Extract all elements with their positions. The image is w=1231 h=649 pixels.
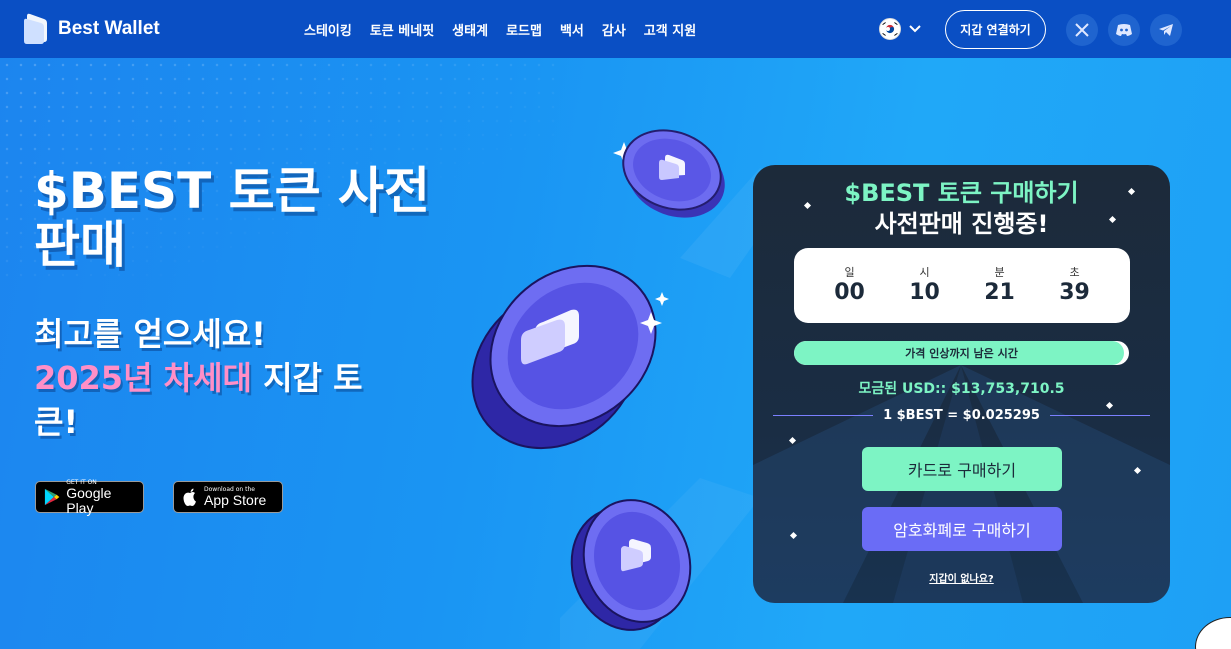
token-rate-row: 1 $BEST = $0.025295 [773, 405, 1151, 425]
timer-days-value: 00 [834, 279, 865, 305]
brand-name: Best Wallet [58, 18, 160, 39]
telegram-icon [1159, 24, 1173, 36]
coin-small-top-icon [613, 129, 725, 218]
korea-flag-icon [879, 18, 901, 40]
coin-large-center-icon [471, 264, 669, 450]
discord-icon [1116, 24, 1132, 36]
timer-minutes-label: 분 [994, 265, 1005, 279]
timer-hours-value: 10 [909, 279, 940, 305]
google-play-label: Google Play [66, 484, 112, 516]
timer-minutes-value: 21 [984, 279, 1015, 305]
timer-hours: 시 10 [895, 266, 955, 306]
price-increase-progress-bar: 가격 인상까지 남은 시간 [794, 341, 1129, 365]
timer-seconds-value: 39 [1059, 279, 1090, 305]
nav-item-staking[interactable]: 스테이킹 [304, 20, 352, 39]
hero-title: $BEST 토큰 사전판매 [34, 162, 430, 274]
presale-subtitle: 사전판매 진행중! [874, 210, 1049, 238]
app-store-button[interactable]: Download on the App Store [173, 481, 283, 513]
telegram-link[interactable] [1150, 14, 1182, 46]
nav-item-whitepaper[interactable]: 백서 [560, 20, 584, 39]
divider [773, 414, 874, 416]
hero-subtitle: 최고를 얻으세요! 2025년 차세대 지갑 토큰! [34, 312, 394, 444]
best-wallet-logo-icon [24, 13, 47, 44]
top-navigation-bar: Best Wallet 스테이킹 토큰 베네핏 생태계 로드맵 백서 감사 고객… [0, 0, 1231, 58]
hero-subtitle-highlight: 2025년 차세대 [34, 359, 252, 397]
presale-widget: $BEST 토큰 구매하기 사전판매 진행중! 일 00 시 10 분 21 초… [753, 165, 1170, 603]
brand-logo[interactable]: Best Wallet [22, 13, 160, 45]
raised-amount: 모금된 USD:: $13,753,710.5 [753, 378, 1170, 398]
no-wallet-link[interactable]: 지갑이 없나요? [753, 570, 1170, 585]
timer-seconds-label: 초 [1069, 265, 1080, 279]
token-rate: 1 $BEST = $0.025295 [883, 407, 1040, 423]
nav-item-token-benefits[interactable]: 토큰 베네핏 [370, 20, 434, 39]
nav-item-support[interactable]: 고객 지원 [644, 20, 696, 39]
discord-link[interactable] [1108, 14, 1140, 46]
nav-item-roadmap[interactable]: 로드맵 [506, 20, 542, 39]
google-play-button[interactable]: GET IT ON Google Play [35, 479, 144, 516]
countdown-timer: 일 00 시 10 분 21 초 39 [794, 248, 1130, 323]
apple-icon [183, 488, 196, 506]
divider [1049, 414, 1151, 416]
timer-days: 일 00 [820, 266, 880, 306]
timer-minutes: 분 21 [970, 266, 1030, 306]
presale-title: $BEST 토큰 구매하기 [753, 179, 1170, 207]
x-link[interactable] [1066, 14, 1098, 46]
timer-days-label: 일 [844, 265, 855, 279]
nav-item-ecosystem[interactable]: 생태계 [452, 20, 488, 39]
raised-label: 모금된 USD:: [858, 381, 947, 397]
app-store-label: App Store [204, 492, 267, 508]
x-icon [1075, 23, 1089, 37]
buy-with-card-button[interactable]: 카드로 구매하기 [862, 447, 1062, 491]
raised-value: $13,753,710.5 [946, 381, 1065, 397]
nav-item-audit[interactable]: 감사 [602, 20, 626, 39]
hero-subtitle-line1: 최고를 얻으세요! [34, 315, 266, 353]
chevron-down-icon [909, 25, 921, 33]
coin-small-bottom-icon [570, 499, 692, 631]
language-selector[interactable] [879, 18, 921, 40]
buy-with-crypto-button[interactable]: 암호화폐로 구매하기 [862, 507, 1062, 551]
timer-hours-label: 시 [919, 265, 930, 279]
timer-seconds: 초 39 [1045, 266, 1105, 306]
presale-title-rest: 토큰 구매하기 [929, 179, 1079, 207]
google-play-icon [44, 488, 60, 506]
connect-wallet-button[interactable]: 지갑 연결하기 [945, 10, 1046, 49]
main-nav: 스테이킹 토큰 베네핏 생태계 로드맵 백서 감사 고객 지원 [304, 0, 696, 58]
progress-bar-label: 가격 인상까지 남은 시간 [905, 347, 1018, 360]
presale-title-token: $BEST [844, 179, 930, 207]
